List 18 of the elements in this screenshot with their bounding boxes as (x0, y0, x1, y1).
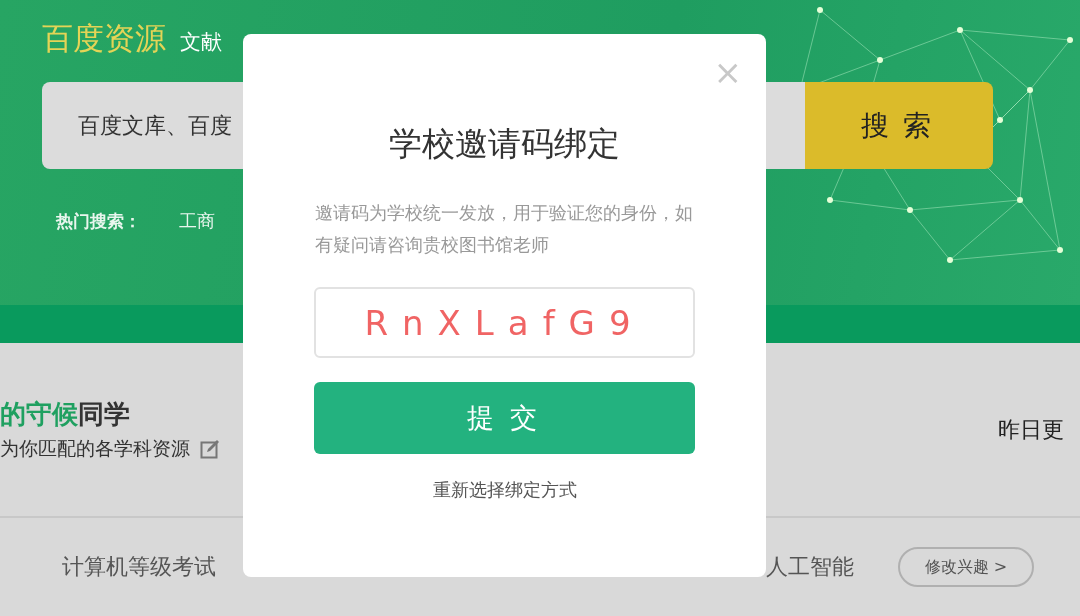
modal-title: 学校邀请码绑定 (389, 123, 620, 165)
invite-code-field[interactable]: RnXLafG9 (314, 287, 695, 358)
modal-description: 邀请码为学校统一发放，用于验证您的身份，如有疑问请咨询贵校图书馆老师 (314, 201, 694, 257)
update-label: 昨日更 (998, 415, 1065, 444)
greeting-subtitle: 为你匹配的各学科资源 (0, 436, 190, 461)
close-button[interactable]: × (713, 54, 742, 90)
nav-link[interactable]: 文献 (180, 28, 222, 56)
edit-interests-button[interactable]: 修改兴趣 > (898, 547, 1034, 587)
submit-button[interactable]: 提交 (314, 382, 695, 454)
logo-text[interactable]: 百度资源 (42, 18, 166, 60)
greeting-title: 的守候同学 (0, 398, 131, 431)
hot-search-link[interactable]: 工商 (179, 209, 215, 233)
hot-search-label: 热门搜索： (56, 209, 141, 233)
interest-tab[interactable]: 计算机等级考试 (62, 552, 216, 582)
edit-icon[interactable] (200, 439, 220, 459)
interest-tab[interactable]: 人工智能 (766, 552, 854, 582)
search-button[interactable]: 搜索 (805, 82, 993, 169)
rebind-link[interactable]: 重新选择绑定方式 (432, 478, 577, 502)
